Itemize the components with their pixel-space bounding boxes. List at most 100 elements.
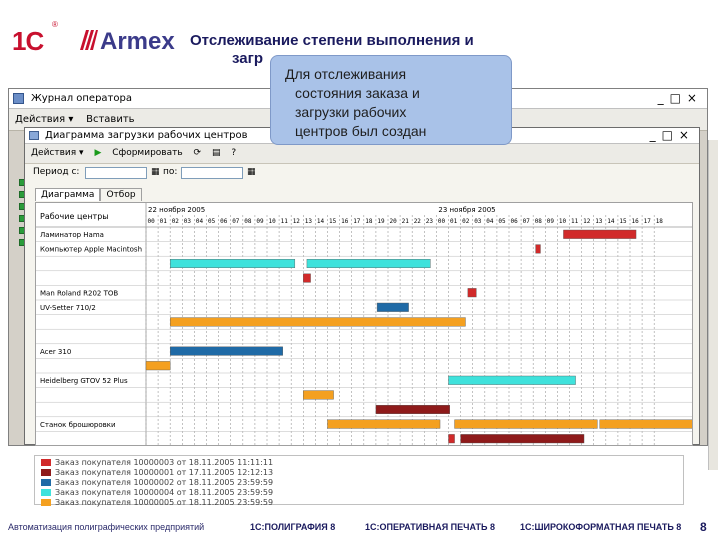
chart-hour-tick: 17 xyxy=(644,218,652,225)
chart-hour-tick: 06 xyxy=(511,218,519,225)
legend-swatch xyxy=(41,499,51,506)
tab-bar: Диаграмма Отбор xyxy=(35,188,142,202)
footer-tagline: Автоматизация полиграфических предприяти… xyxy=(8,522,205,532)
chart-bar xyxy=(145,361,171,371)
chart-hour-tick: 22 xyxy=(414,218,422,225)
calendar-icon[interactable]: ▦ xyxy=(247,167,256,177)
logo-armex: Armex xyxy=(100,28,175,55)
tab-diagram[interactable]: Диаграмма xyxy=(35,188,101,201)
chart-hour-tick: 12 xyxy=(293,218,301,225)
chart-legend: Заказ покупателя 10000003 от 18.11.2005 … xyxy=(34,455,684,508)
footer-product-3: 1С:ШИРОКОФОРМАТНАЯ ПЕЧАТЬ 8 xyxy=(520,522,682,532)
chart-hour-tick: 02 xyxy=(172,218,180,225)
chart-hour-tick: 13 xyxy=(595,218,603,225)
generate-button[interactable]: Сформировать xyxy=(112,148,182,158)
callout-bubble: Для отслеживания состояния заказа и загр… xyxy=(270,55,512,145)
gantt-chart: Рабочие центры 22 ноября 2005 23 ноября 20… xyxy=(35,202,693,446)
chart-row-label: Компьютер Apple Macintosh xyxy=(40,246,142,254)
chart-bar xyxy=(535,244,541,254)
chart-bar xyxy=(375,404,450,414)
window-icon xyxy=(13,93,24,104)
legend-item: Заказ покупателя 10000002 от 18.11.2005 … xyxy=(41,478,273,488)
menu-insert[interactable]: Вставить xyxy=(86,114,134,125)
chart-hour-tick: 00 xyxy=(148,218,156,225)
chart-hour-tick: 21 xyxy=(402,218,410,225)
chart-hour-tick: 08 xyxy=(244,218,252,225)
footer: Автоматизация полиграфических предприяти… xyxy=(0,516,720,540)
chart-window-icon xyxy=(29,131,39,140)
chart-bar xyxy=(327,419,441,429)
chart-bar xyxy=(169,317,466,327)
chart-hour-tick: 09 xyxy=(256,218,264,225)
legend-item: Заказ покупателя 10000005 от 18.11.2005 … xyxy=(41,498,273,508)
legend-label: Заказ покупателя 10000004 от 18.11.2005 … xyxy=(55,488,274,497)
chart-row-label: Heidelberg GTOV 52 Plus xyxy=(40,377,128,385)
registered-mark: ® xyxy=(52,20,58,29)
legend-item: Заказ покупателя 10000003 от 18.11.2005 … xyxy=(41,458,273,468)
chart-hour-tick: 05 xyxy=(208,218,216,225)
tab-filter[interactable]: Отбор xyxy=(100,188,142,201)
chart-hour-tick: 12 xyxy=(583,218,591,225)
callout-line: центров был создан xyxy=(295,123,427,139)
chart-row-label: Man Roland R202 TOB xyxy=(40,289,118,297)
chart-hour-tick: 15 xyxy=(619,218,627,225)
legend-swatch xyxy=(41,489,51,496)
window-controls[interactable]: _□× xyxy=(658,91,703,105)
footer-product-2: 1С:ОПЕРАТИВНАЯ ПЕЧАТЬ 8 xyxy=(365,522,495,532)
callout-line: состояния заказа и xyxy=(295,85,420,101)
chart-bar xyxy=(376,302,409,312)
period-row: Период с: ▦ по: ▦ xyxy=(25,164,699,182)
chart-hour-tick: 07 xyxy=(232,218,240,225)
chart-bar xyxy=(303,273,311,283)
chart-hour-tick: 01 xyxy=(450,218,458,225)
chart-hour-tick: 00 xyxy=(438,218,446,225)
legend-swatch xyxy=(41,469,51,476)
refresh-icon[interactable]: ⟳ xyxy=(194,148,202,158)
legend-swatch xyxy=(41,459,51,466)
chart-hour-tick: 03 xyxy=(184,218,192,225)
chart-hour-tick: 11 xyxy=(281,218,289,225)
menu-actions[interactable]: Действия ▾ xyxy=(15,114,73,125)
chart-hour-tick: 06 xyxy=(220,218,228,225)
chart-hour-tick: 04 xyxy=(196,218,204,225)
chart-bar xyxy=(303,390,334,400)
callout-line: Для отслеживания xyxy=(285,66,407,82)
help-icon[interactable]: ? xyxy=(231,148,236,158)
logo-1c: 1С xyxy=(12,26,44,56)
chart-hour-tick: 23 xyxy=(426,218,434,225)
chart-bar xyxy=(169,346,283,356)
vertical-scrollbar[interactable] xyxy=(708,140,718,470)
slide: 1С ® Armex Отслеживание степени выполнен… xyxy=(0,0,720,540)
actions-menu[interactable]: Действия ▾ xyxy=(31,148,84,158)
chart-row-label: Станок брошюровки xyxy=(40,421,116,429)
chart-bar xyxy=(460,434,585,444)
chart-column-header: Рабочие центры xyxy=(40,212,109,221)
chart-hour-tick: 20 xyxy=(390,218,398,225)
legend-swatch xyxy=(41,479,51,486)
chart-date-label: 22 ноября 2005 xyxy=(148,206,205,214)
period-to-input[interactable] xyxy=(181,167,243,179)
settings-icon[interactable]: ▤ xyxy=(212,148,221,158)
chart-hour-tick: 08 xyxy=(535,218,543,225)
chart-hour-tick: 04 xyxy=(486,218,494,225)
legend-label: Заказ покупателя 10000001 от 17.11.2005 … xyxy=(55,468,274,477)
inner-window-title: Диаграмма загрузки рабочих центров xyxy=(45,130,248,141)
period-from-input[interactable] xyxy=(85,167,147,179)
chart-hour-tick: 14 xyxy=(317,218,325,225)
legend-item: Заказ покупателя 10000001 от 17.11.2005 … xyxy=(41,468,273,478)
chart-hour-tick: 05 xyxy=(498,218,506,225)
chart-hour-tick: 15 xyxy=(329,218,337,225)
gantt-svg: Рабочие центры 22 ноября 2005 23 ноября 20… xyxy=(36,203,692,445)
chart-row-label: Ламинатор Hama xyxy=(40,231,104,239)
inner-window-controls[interactable]: _□× xyxy=(650,128,695,142)
armex-logo-icon xyxy=(80,30,98,50)
calendar-icon[interactable]: ▦ xyxy=(151,167,160,177)
play-icon[interactable]: ▶ xyxy=(94,148,101,158)
page-number: 8 xyxy=(700,520,707,534)
chart-bar xyxy=(448,375,576,385)
footer-product-1: 1С:ПОЛИГРАФИЯ 8 xyxy=(250,522,336,532)
chart-hour-tick: 07 xyxy=(523,218,531,225)
chart-hour-tick: 01 xyxy=(160,218,168,225)
chart-hour-tick: 13 xyxy=(305,218,313,225)
chart-hour-tick: 09 xyxy=(547,218,555,225)
